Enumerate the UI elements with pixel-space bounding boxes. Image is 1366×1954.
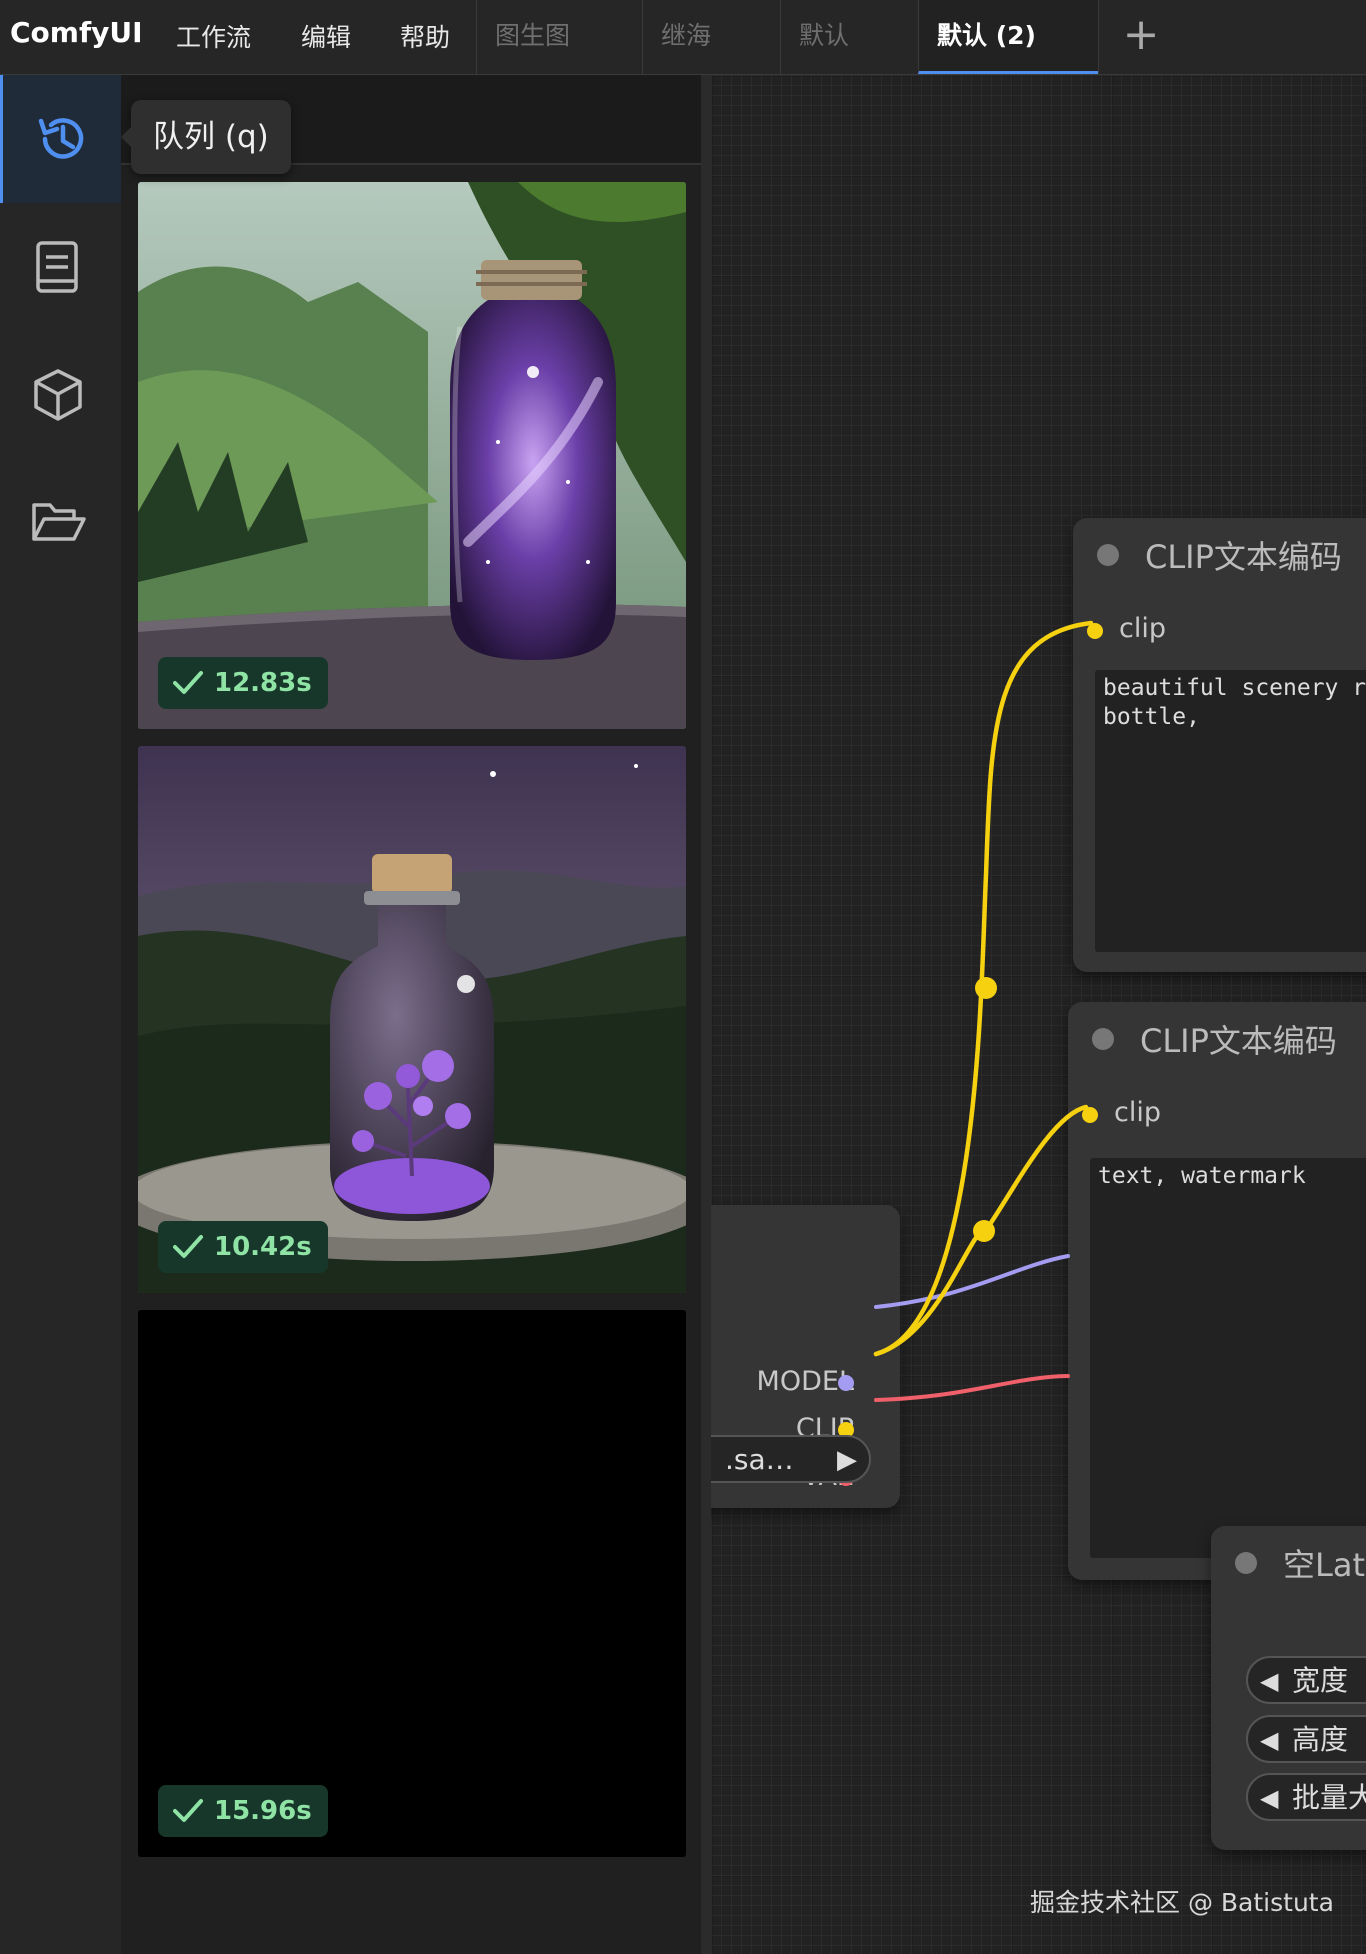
menu-edit[interactable]: 编辑 <box>301 18 351 54</box>
queue-tooltip: 队列 (q) <box>121 100 291 174</box>
execution-time: 15.96s <box>214 1796 312 1826</box>
tab-label: 图生图 <box>495 21 571 50</box>
status-badge: 12.83s <box>158 657 328 709</box>
check-icon <box>173 1799 203 1822</box>
top-menu-bar: ComfyUI 工作流 编辑 帮助 图生图 继海 默认 默认 (2) + <box>0 0 1366 75</box>
cube-icon <box>34 369 82 421</box>
panel-resize-handle[interactable] <box>701 75 711 1954</box>
history-icon <box>38 118 84 159</box>
tab-default[interactable]: 默认 <box>780 0 918 74</box>
wire-reroute-point <box>975 977 997 999</box>
sidebar-item-queue[interactable] <box>0 75 121 203</box>
check-icon <box>173 671 203 694</box>
queue-item-2[interactable]: 10.42s <box>138 746 686 1293</box>
wire-vae <box>874 1374 1070 1402</box>
menu-workflow[interactable]: 工作流 <box>176 18 251 54</box>
execution-time: 12.83s <box>214 668 312 698</box>
book-icon <box>36 241 78 293</box>
generated-image-galaxy-bottle <box>138 182 686 729</box>
generated-image-lavender-bottle <box>138 746 686 1293</box>
status-badge: 10.42s <box>158 1221 328 1273</box>
watermark: 掘金技术社区 @ Batistuta <box>1030 1888 1334 1917</box>
node-graph-canvas[interactable]: MODEL CLIP VAE .sa… ▶ CLIP文本编码 clip beau… <box>711 75 1366 1954</box>
execution-time: 10.42s <box>214 1232 312 1262</box>
sidebar-item-workflows[interactable] <box>0 459 121 587</box>
sidebar-item-library[interactable] <box>0 203 121 331</box>
status-badge: 15.96s <box>158 1785 328 1837</box>
wire-model <box>874 1254 1070 1309</box>
folder-open-icon <box>32 503 86 541</box>
tab-img2img[interactable]: 图生图 <box>476 0 642 74</box>
menu-help[interactable]: 帮助 <box>400 18 450 54</box>
node-wires <box>873 620 1094 1402</box>
tab-label: 继海 <box>661 21 712 50</box>
tab-default-2[interactable]: 默认 (2) <box>918 0 1098 74</box>
sidebar-item-models[interactable] <box>0 331 121 459</box>
queue-item-3[interactable]: 15.96s <box>138 1310 686 1857</box>
sidebar <box>0 75 121 1954</box>
plus-icon: + <box>1122 9 1160 60</box>
tab-label: 默认 <box>799 21 850 50</box>
check-icon <box>173 1235 203 1258</box>
app-logo: ComfyUI <box>10 16 143 49</box>
tab-jihai[interactable]: 继海 <box>642 0 780 74</box>
tab-label: 默认 (2) <box>937 21 1036 50</box>
wire-reroute-point <box>973 1220 995 1242</box>
queue-item-1[interactable]: 12.83s <box>138 182 686 729</box>
new-tab-button[interactable]: + <box>1098 0 1183 74</box>
